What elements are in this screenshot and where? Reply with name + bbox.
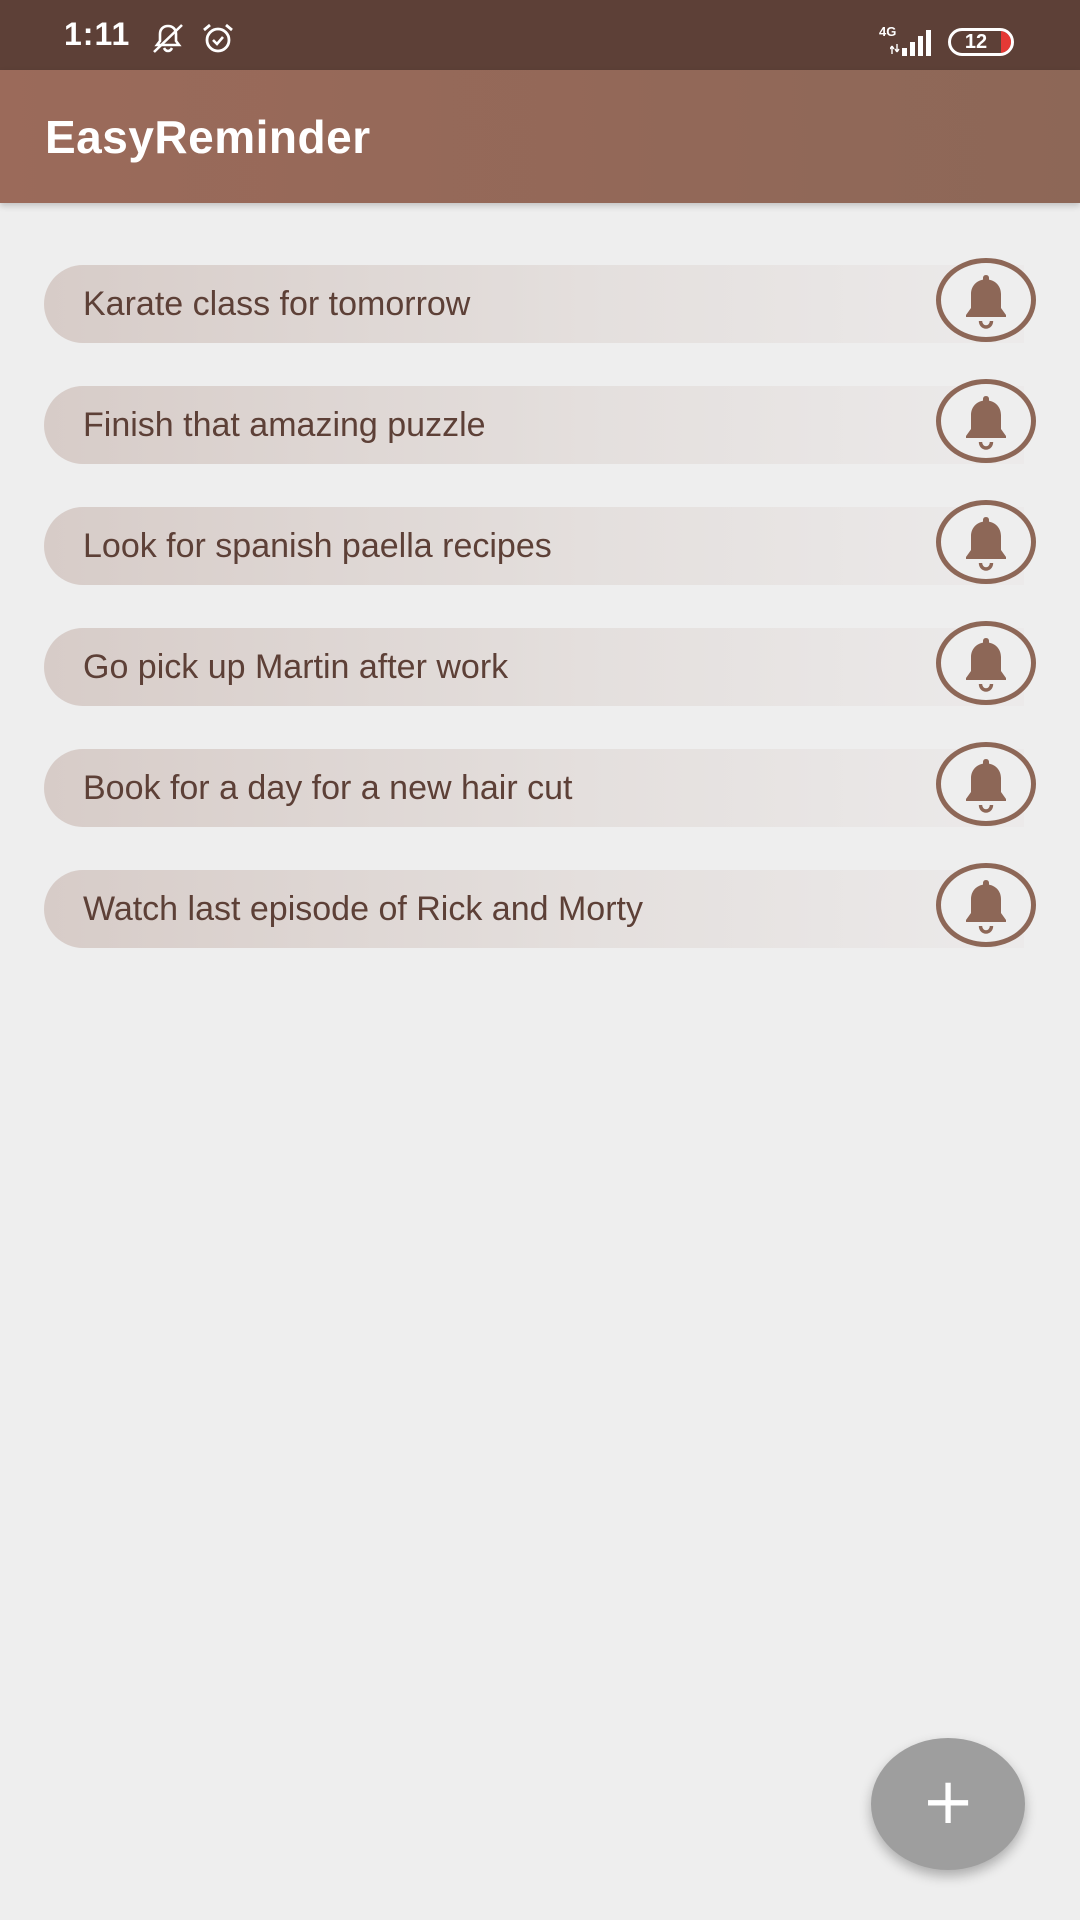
reminder-text: Go pick up Martin after work — [83, 648, 509, 686]
reminder-bell-button[interactable] — [936, 742, 1036, 826]
app-bar: EasyReminder — [0, 70, 1080, 203]
reminder-pill[interactable]: Look for spanish paella recipes — [44, 507, 1024, 585]
reminder-pill[interactable]: Go pick up Martin after work — [44, 628, 1024, 706]
reminder-bell-button[interactable] — [936, 621, 1036, 705]
bell-icon — [966, 517, 1006, 571]
reminder-bell-button[interactable] — [936, 863, 1036, 947]
bell-icon — [966, 759, 1006, 813]
bell-icon — [966, 396, 1006, 450]
reminder-text: Book for a day for a new hair cut — [83, 769, 573, 807]
status-bar: 1:11 4G 12 — [0, 0, 1080, 70]
reminder-pill[interactable]: Watch last episode of Rick and Morty — [44, 870, 1024, 948]
bell-icon — [966, 638, 1006, 692]
battery-icon: 12 — [948, 28, 1014, 56]
reminder-bell-button[interactable] — [936, 500, 1036, 584]
reminder-bell-button[interactable] — [936, 379, 1036, 463]
reminder-text: Karate class for tomorrow — [83, 285, 471, 323]
reminder-item[interactable]: Finish that amazing puzzle — [44, 379, 1036, 469]
reminder-item[interactable]: Go pick up Martin after work — [44, 621, 1036, 711]
reminder-text: Finish that amazing puzzle — [83, 406, 486, 444]
reminder-bell-button[interactable] — [936, 258, 1036, 342]
battery-fill — [1001, 31, 1011, 53]
reminder-item[interactable]: Book for a day for a new hair cut — [44, 742, 1036, 832]
alarm-icon — [203, 23, 233, 53]
reminder-text: Look for spanish paella recipes — [83, 527, 552, 565]
reminder-pill[interactable]: Finish that amazing puzzle — [44, 386, 1024, 464]
app-title: EasyReminder — [45, 111, 371, 163]
reminder-item[interactable]: Watch last episode of Rick and Morty — [44, 863, 1036, 953]
reminder-item[interactable]: Karate class for tomorrow — [44, 258, 1036, 348]
reminder-text: Watch last episode of Rick and Morty — [83, 890, 643, 928]
notifications-off-icon — [153, 24, 183, 53]
bell-icon — [966, 880, 1006, 934]
screen: 1:11 4G 12 EasyReminder Karate class for… — [0, 0, 1080, 1920]
bell-icon — [966, 275, 1006, 329]
add-reminder-button[interactable]: + — [871, 1738, 1025, 1870]
reminder-pill[interactable]: Book for a day for a new hair cut — [44, 749, 1024, 827]
battery-level: 12 — [964, 31, 988, 53]
signal-icon — [890, 30, 931, 56]
status-time: 1:11 — [64, 16, 131, 52]
plus-icon: + — [921, 1765, 975, 1839]
reminder-item[interactable]: Look for spanish paella recipes — [44, 500, 1036, 590]
reminder-pill[interactable]: Karate class for tomorrow — [44, 265, 1024, 343]
